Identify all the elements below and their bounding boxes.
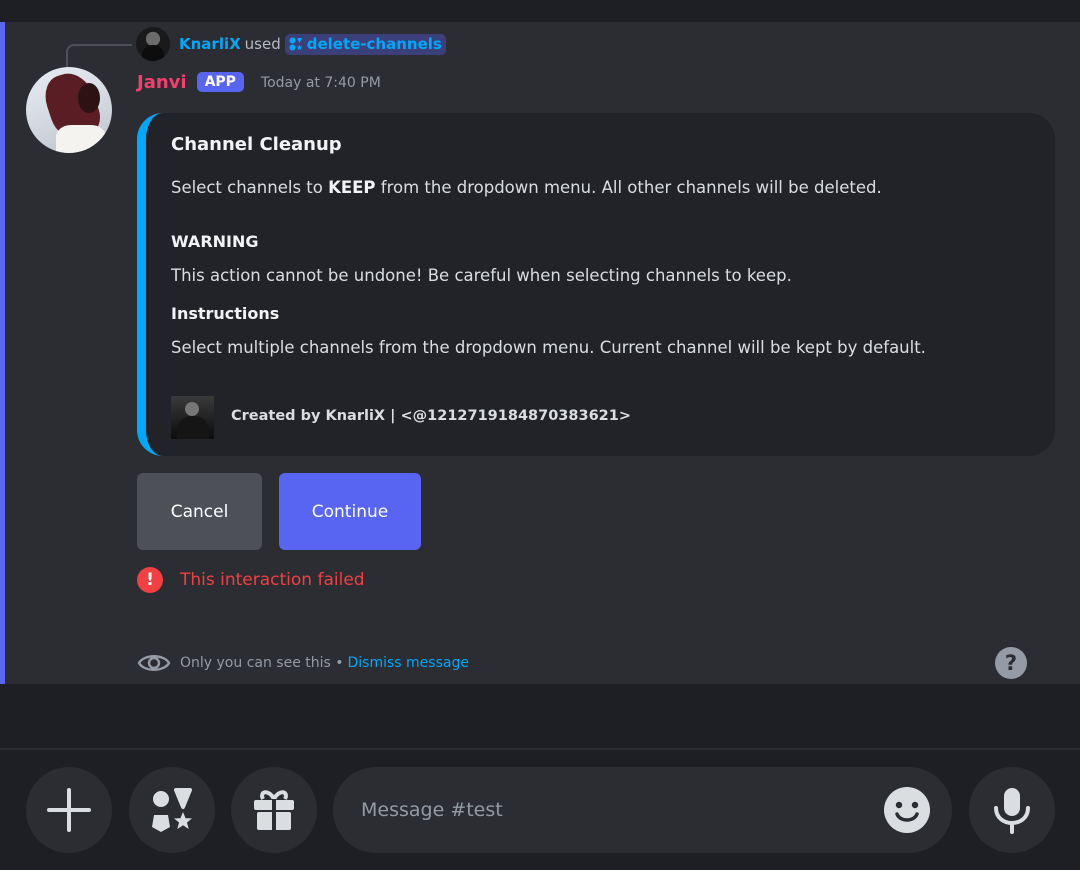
embed-footer-text: Created by KnarliX | <@12127191848703836… — [231, 408, 631, 424]
reply-used-label: used — [244, 35, 281, 53]
embed-field-warning-value: This action cannot be undone! Be careful… — [171, 266, 792, 285]
message-input[interactable] — [361, 795, 861, 825]
embed-field-warning-name: WARNING — [171, 232, 259, 251]
ephemeral-notice: Only you can see this • Dismiss message — [137, 648, 469, 678]
apps-icon — [289, 37, 303, 50]
microphone-icon — [994, 788, 1030, 834]
embed-keep-word: KEEP — [328, 178, 376, 197]
emoji-icon[interactable] — [883, 786, 931, 834]
embed-footer-icon — [171, 396, 214, 439]
ephemeral-text: Only you can see this • — [180, 655, 344, 671]
add-attachment-button[interactable] — [26, 767, 112, 853]
embed-field-instructions-name: Instructions — [171, 304, 280, 323]
app-badge: APP — [196, 72, 244, 92]
eye-icon — [137, 655, 171, 671]
message-timestamp[interactable]: Today at 7:40 PM — [261, 75, 381, 91]
embed-field-instructions-value: Select multiple channels from the dropdo… — [171, 338, 926, 357]
message-composer[interactable] — [333, 767, 952, 853]
interaction-error: ! This interaction failed — [137, 567, 365, 593]
message-header: Janvi APP Today at 7:40 PM — [137, 69, 381, 95]
help-icon[interactable]: ? — [995, 647, 1027, 679]
error-text: This interaction failed — [180, 570, 365, 590]
continue-button[interactable]: Continue — [279, 473, 421, 550]
reply-avatar[interactable] — [136, 27, 170, 61]
author-avatar[interactable] — [26, 67, 112, 153]
reply-username[interactable]: KnarliX — [179, 35, 241, 53]
reply-connector — [66, 44, 132, 68]
embed-description: Select channels to KEEP from the dropdow… — [171, 178, 882, 197]
plus-icon — [47, 788, 91, 832]
top-bar — [0, 0, 1080, 22]
embed-title: Channel Cleanup — [171, 134, 342, 155]
author-username[interactable]: Janvi — [137, 72, 187, 93]
composer-divider — [0, 748, 1080, 750]
dismiss-message-link[interactable]: Dismiss message — [348, 655, 469, 671]
command-pill[interactable]: delete-channels — [284, 33, 446, 55]
cancel-button[interactable]: Cancel — [137, 473, 262, 550]
command-reply-header[interactable]: KnarliX used delete-channels — [136, 27, 446, 61]
message-container: KnarliX used delete-channels Janvi APP T… — [0, 22, 1080, 684]
voice-message-button[interactable] — [969, 767, 1055, 853]
embed-card: Channel Cleanup Select channels to KEEP … — [137, 113, 1055, 456]
message-highlight-bar — [0, 22, 5, 684]
gift-icon — [254, 790, 294, 831]
apps-shapes-icon — [152, 788, 192, 832]
error-icon: ! — [137, 567, 163, 593]
apps-button[interactable] — [129, 767, 215, 853]
command-name: delete-channels — [306, 34, 442, 53]
gift-button[interactable] — [231, 767, 317, 853]
